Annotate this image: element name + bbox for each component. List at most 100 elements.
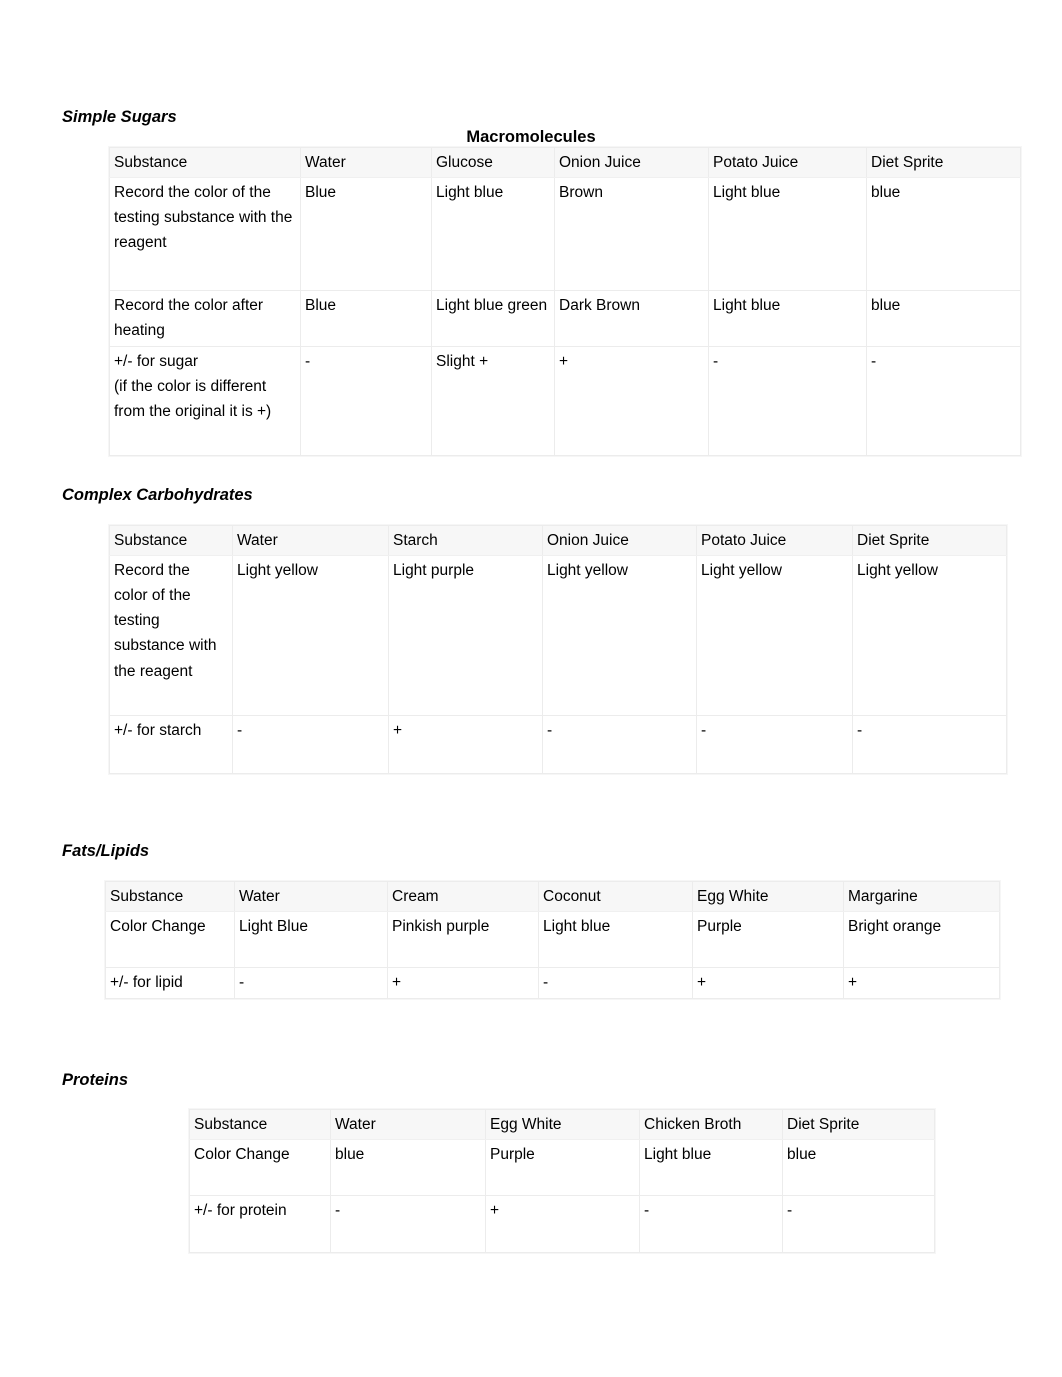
table-row: Color Change Light Blue Pinkish purple L…: [105, 911, 1000, 969]
column-header-diet-sprite: Diet Sprite: [782, 1108, 935, 1141]
row-label: +/- for protein: [189, 1195, 331, 1254]
page-title: Macromolecules: [466, 128, 596, 146]
table-cell: -: [708, 346, 867, 457]
row-label: Record the color of the testing substanc…: [109, 555, 233, 717]
table-row: Record the color after heating Blue Ligh…: [109, 290, 1021, 348]
row-label: +/- for lipid: [105, 967, 235, 1000]
complex-carbohydrates-table-wrap: Substance Water Starch Onion Juice Potat…: [108, 524, 1008, 776]
column-header-margarine: Margarine: [843, 880, 1000, 913]
section-heading-fats-lipids: Fats/Lipids: [62, 842, 150, 860]
table-header-row: Substance Water Egg White Chicken Broth …: [189, 1108, 935, 1141]
table-cell: blue: [782, 1139, 935, 1197]
column-header-substance: Substance: [109, 146, 301, 179]
table-cell: blue: [866, 290, 1021, 348]
table-cell: -: [852, 715, 1007, 775]
table-row: Record the color of the testing substanc…: [109, 177, 1021, 292]
column-header-cream: Cream: [387, 880, 539, 913]
table-cell: blue: [866, 177, 1021, 292]
section-heading-complex-carbohydrates-container: Complex Carbohydrates: [0, 486, 253, 505]
table-cell: Light blue: [639, 1139, 783, 1197]
table-cell: -: [866, 346, 1021, 457]
table-cell: -: [639, 1195, 783, 1254]
table-cell: blue: [330, 1139, 486, 1197]
table-cell: Purple: [485, 1139, 640, 1197]
row-label: +/- for sugar (if the color is different…: [109, 346, 301, 457]
table-cell: +: [387, 967, 539, 1000]
table-cell: -: [696, 715, 853, 775]
table-cell: -: [782, 1195, 935, 1254]
table-cell: Bright orange: [843, 911, 1000, 969]
section-heading-proteins: Proteins: [62, 1071, 129, 1089]
column-header-onion-juice: Onion Juice: [542, 524, 697, 557]
table-row: +/- for protein - + - -: [189, 1195, 935, 1254]
column-header-substance: Substance: [105, 880, 235, 913]
table-cell: Light yellow: [542, 555, 697, 717]
column-header-glucose: Glucose: [431, 146, 555, 179]
table-cell: Blue: [300, 177, 432, 292]
column-header-water: Water: [232, 524, 389, 557]
table-cell: Brown: [554, 177, 709, 292]
table-cell: +: [843, 967, 1000, 1000]
table-cell: -: [300, 346, 432, 457]
table-cell: Light yellow: [852, 555, 1007, 717]
table-cell: +: [554, 346, 709, 457]
column-header-diet-sprite: Diet Sprite: [866, 146, 1021, 179]
column-header-substance: Substance: [109, 524, 233, 557]
table-cell: Light yellow: [696, 555, 853, 717]
column-header-water: Water: [234, 880, 388, 913]
row-label: +/- for starch: [109, 715, 233, 775]
table-cell: Light blue: [708, 290, 867, 348]
table-cell: -: [330, 1195, 486, 1254]
table-header-row: Substance Water Glucose Onion Juice Pota…: [109, 146, 1021, 179]
table-cell: Light blue green: [431, 290, 555, 348]
section-heading-simple-sugars-container: Simple Sugars: [0, 108, 177, 127]
table-row: +/- for starch - + - - -: [109, 715, 1007, 775]
table-row: +/- for sugar (if the color is different…: [109, 346, 1021, 457]
table-cell: Light yellow: [232, 555, 389, 717]
row-label: Record the color of the testing substanc…: [109, 177, 301, 292]
table-cell: +: [388, 715, 543, 775]
column-header-diet-sprite: Diet Sprite: [852, 524, 1007, 557]
column-header-egg-white: Egg White: [692, 880, 844, 913]
table-cell: Light Blue: [234, 911, 388, 969]
table-header-row: Substance Water Starch Onion Juice Potat…: [109, 524, 1007, 557]
table-cell: Pinkish purple: [387, 911, 539, 969]
row-label: Color Change: [105, 911, 235, 969]
table-row: Record the color of the testing substanc…: [109, 555, 1007, 717]
section-heading-fats-lipids-container: Fats/Lipids: [0, 842, 149, 861]
column-header-potato-juice: Potato Juice: [708, 146, 867, 179]
column-header-egg-white: Egg White: [485, 1108, 640, 1141]
table-cell: Dark Brown: [554, 290, 709, 348]
table-row: Color Change blue Purple Light blue blue: [189, 1139, 935, 1197]
section-heading-simple-sugars: Simple Sugars: [62, 108, 177, 126]
table-cell: +: [485, 1195, 640, 1254]
section-heading-proteins-container: Proteins: [0, 1071, 128, 1090]
document-page: Macromolecules Simple Sugars Substance W…: [0, 0, 1062, 1377]
table-cell: Light blue: [538, 911, 693, 969]
complex-carbohydrates-table: Substance Water Starch Onion Juice Potat…: [109, 524, 1007, 775]
table-cell: +: [692, 967, 844, 1000]
table-row: +/- for lipid - + - + +: [105, 967, 1000, 1000]
table-cell: -: [542, 715, 697, 775]
column-header-chicken-broth: Chicken Broth: [639, 1108, 783, 1141]
section-heading-complex-carbohydrates: Complex Carbohydrates: [62, 486, 253, 504]
fats-lipids-table-wrap: Substance Water Cream Coconut Egg White …: [104, 880, 1001, 1001]
proteins-table: Substance Water Egg White Chicken Broth …: [189, 1108, 935, 1254]
table-cell: -: [538, 967, 693, 1000]
table-cell: Light blue: [431, 177, 555, 292]
table-cell: Light purple: [388, 555, 543, 717]
proteins-table-wrap: Substance Water Egg White Chicken Broth …: [188, 1108, 936, 1255]
simple-sugars-table-wrap: Substance Water Glucose Onion Juice Pota…: [108, 146, 1022, 458]
column-header-water: Water: [330, 1108, 486, 1141]
table-cell: Blue: [300, 290, 432, 348]
column-header-water: Water: [300, 146, 432, 179]
fats-lipids-table: Substance Water Cream Coconut Egg White …: [105, 880, 1000, 1000]
table-cell: -: [232, 715, 389, 775]
column-header-onion-juice: Onion Juice: [554, 146, 709, 179]
row-label: Record the color after heating: [109, 290, 301, 348]
table-cell: Purple: [692, 911, 844, 969]
table-cell: -: [234, 967, 388, 1000]
simple-sugars-table: Substance Water Glucose Onion Juice Pota…: [109, 146, 1021, 457]
row-label: Color Change: [189, 1139, 331, 1197]
column-header-potato-juice: Potato Juice: [696, 524, 853, 557]
